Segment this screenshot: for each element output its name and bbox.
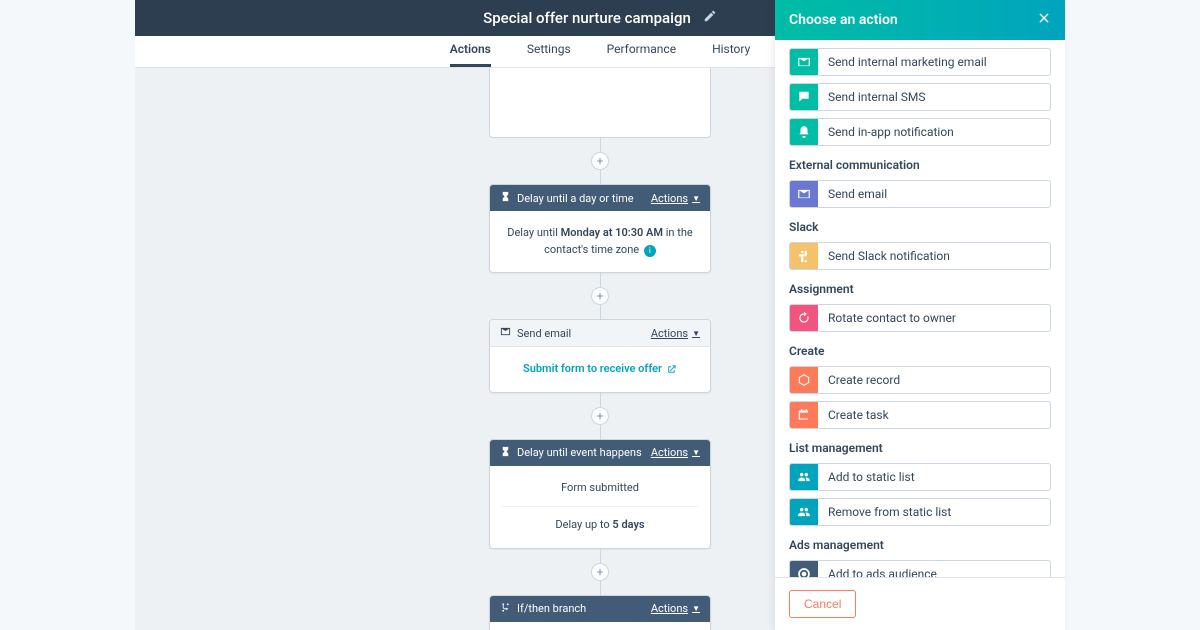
action-send-slack[interactable]: Send Slack notification xyxy=(789,242,1051,270)
section-slack: Slack xyxy=(789,220,1051,234)
card-delay-day[interactable]: Delay until a day or time Actions ▼ Dela… xyxy=(489,184,711,273)
card-title: Delay until event happens xyxy=(517,446,642,459)
connector xyxy=(600,305,601,319)
sms-icon xyxy=(790,84,818,110)
card-send-email[interactable]: Send email Actions ▼ Submit form to rece… xyxy=(489,319,711,393)
action-add-ads-audience[interactable]: Add to ads audience xyxy=(789,560,1051,577)
chevron-down-icon: ▼ xyxy=(692,448,700,457)
hourglass-icon xyxy=(500,191,511,205)
connector xyxy=(600,273,601,287)
card-top-partial xyxy=(489,68,711,138)
card-body: Submit form to receive offer xyxy=(490,347,710,392)
users-icon xyxy=(790,464,818,490)
card-title: If/then branch xyxy=(517,602,586,615)
card-actions-menu[interactable]: Actions ▼ xyxy=(651,446,700,459)
divider xyxy=(502,506,698,507)
tab-performance[interactable]: Performance xyxy=(607,42,676,67)
card-body: Form submitted Delay up to 5 days xyxy=(490,466,710,548)
workflow-title: Special offer nurture campaign xyxy=(483,9,691,27)
action-create-record[interactable]: Create record xyxy=(789,366,1051,394)
panel-title: Choose an action xyxy=(789,12,898,28)
users-icon xyxy=(790,499,818,525)
section-ads: Ads management xyxy=(789,538,1051,552)
close-icon[interactable] xyxy=(1037,11,1051,29)
card-actions-menu[interactable]: Actions ▼ xyxy=(651,602,700,615)
email-icon xyxy=(790,49,818,75)
chevron-down-icon: ▼ xyxy=(692,604,700,613)
bell-icon xyxy=(790,119,818,145)
event-line: Delay up to 5 days xyxy=(502,517,698,534)
action-panel: Choose an action Send internal marketing… xyxy=(775,0,1065,630)
card-body: Delay until Monday at 10:30 AM in the co… xyxy=(490,211,710,272)
branch-icon xyxy=(500,602,511,616)
connector xyxy=(600,170,601,184)
card-delay-event[interactable]: Delay until event happens Actions ▼ Form… xyxy=(489,439,711,549)
card-title: Send email xyxy=(517,327,571,340)
add-step-button[interactable]: + xyxy=(591,287,609,305)
external-link-icon xyxy=(666,364,677,375)
action-add-static-list[interactable]: Add to static list xyxy=(789,463,1051,491)
action-send-inapp-notification[interactable]: Send in-app notification xyxy=(789,118,1051,146)
card-branch[interactable]: If/then branch Actions ▼ Requested offer… xyxy=(489,595,711,630)
panel-body[interactable]: Send internal marketing email Send inter… xyxy=(775,40,1065,577)
card-actions-menu[interactable]: Actions ▼ xyxy=(651,327,700,340)
cancel-button[interactable]: Cancel xyxy=(789,590,856,618)
card-header: Delay until a day or time Actions ▼ xyxy=(490,185,710,211)
card-header: Send email Actions ▼ xyxy=(490,320,710,347)
action-send-internal-marketing-email[interactable]: Send internal marketing email xyxy=(789,48,1051,76)
connector xyxy=(600,581,601,595)
delay-text: Delay until Monday at 10:30 AM in the co… xyxy=(507,226,692,256)
chevron-down-icon: ▼ xyxy=(692,329,700,338)
section-external: External communication xyxy=(789,158,1051,172)
add-step-button[interactable]: + xyxy=(591,152,609,170)
email-link[interactable]: Submit form to receive offer xyxy=(523,361,677,378)
section-create: Create xyxy=(789,344,1051,358)
action-rotate-owner[interactable]: Rotate contact to owner xyxy=(789,304,1051,332)
action-send-internal-sms[interactable]: Send internal SMS xyxy=(789,83,1051,111)
tab-history[interactable]: History xyxy=(712,42,750,67)
tab-actions[interactable]: Actions xyxy=(450,42,491,67)
section-list: List management xyxy=(789,441,1051,455)
connector xyxy=(600,425,601,439)
add-step-button[interactable]: + xyxy=(591,563,609,581)
calendar-icon xyxy=(790,402,818,428)
email-icon xyxy=(790,181,818,207)
rotate-icon xyxy=(790,305,818,331)
action-send-email[interactable]: Send email xyxy=(789,180,1051,208)
panel-header: Choose an action xyxy=(775,0,1065,40)
action-create-task[interactable]: Create task xyxy=(789,401,1051,429)
chevron-down-icon: ▼ xyxy=(692,194,700,203)
section-assignment: Assignment xyxy=(789,282,1051,296)
pencil-icon[interactable] xyxy=(703,9,717,27)
event-line: Form submitted xyxy=(502,480,698,497)
flow-column: + Delay until a day or time Actions ▼ xyxy=(489,68,711,630)
hourglass-icon xyxy=(500,446,511,460)
card-header: If/then branch Actions ▼ xyxy=(490,596,710,622)
panel-footer: Cancel xyxy=(775,577,1065,630)
tab-settings[interactable]: Settings xyxy=(527,42,571,67)
card-title: Delay until a day or time xyxy=(517,192,634,205)
slack-icon xyxy=(790,243,818,269)
card-body: Requested offer Form submission xyxy=(490,622,710,630)
connector xyxy=(600,393,601,407)
action-remove-static-list[interactable]: Remove from static list xyxy=(789,498,1051,526)
add-step-button[interactable]: + xyxy=(591,407,609,425)
info-icon[interactable]: i xyxy=(644,245,656,257)
card-header: Delay until event happens Actions ▼ xyxy=(490,440,710,466)
target-icon xyxy=(790,561,818,577)
email-icon xyxy=(500,326,511,340)
card-actions-menu[interactable]: Actions ▼ xyxy=(651,192,700,205)
cube-icon xyxy=(790,367,818,393)
connector xyxy=(600,549,601,563)
connector xyxy=(600,138,601,152)
